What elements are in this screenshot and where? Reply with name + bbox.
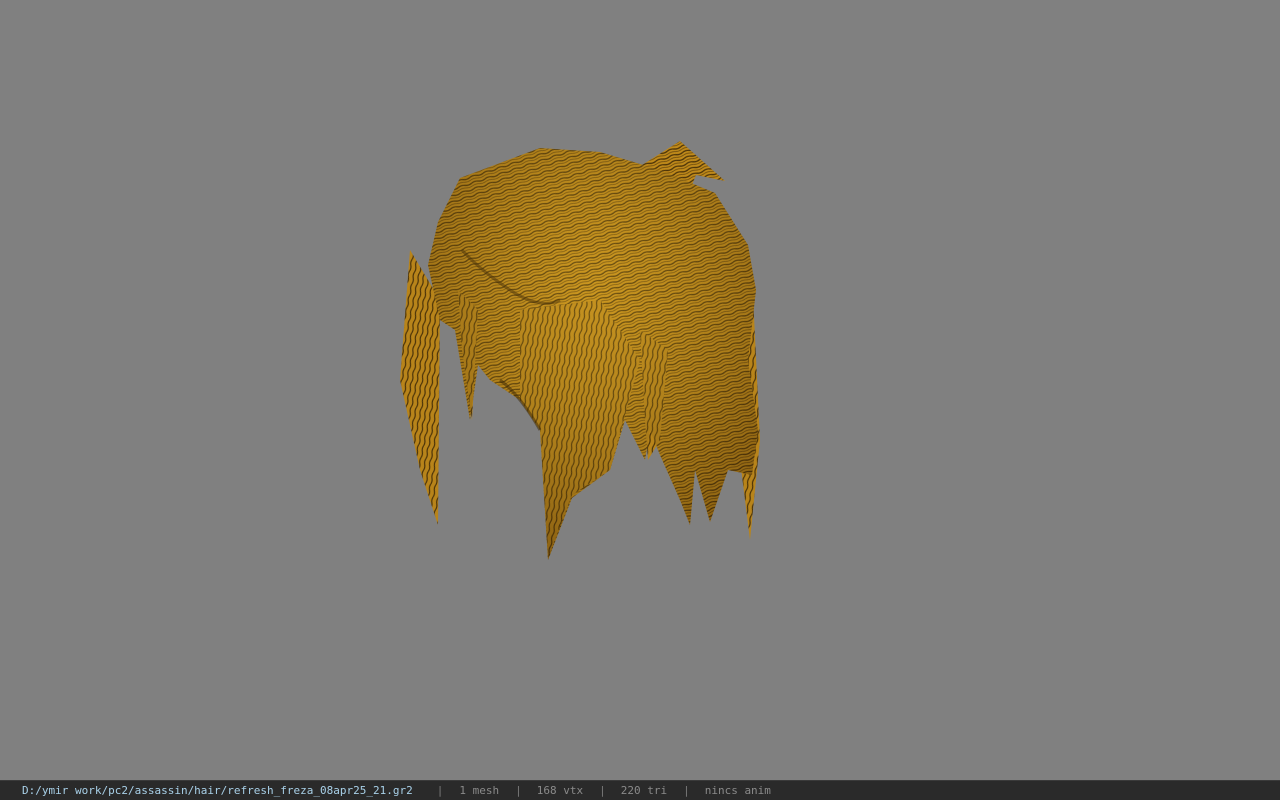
file-path: D:/ymir work/pc2/assassin/hair/refresh_f…: [22, 784, 413, 797]
status-separator: |: [436, 784, 444, 797]
status-separator: |: [515, 784, 522, 797]
vertex-count: 168 vtx: [536, 784, 584, 797]
status-separator: |: [599, 784, 606, 797]
hair-shading: [428, 148, 758, 560]
hair-model: [400, 141, 760, 560]
animation-status: nincs anim: [704, 784, 771, 797]
triangle-count: 220 tri: [620, 784, 668, 797]
status-bar: D:/ymir work/pc2/assassin/hair/refresh_f…: [0, 780, 1280, 800]
mesh-count: 1 mesh: [459, 784, 500, 797]
status-separator: |: [683, 784, 690, 797]
3d-viewport[interactable]: [0, 0, 1280, 780]
